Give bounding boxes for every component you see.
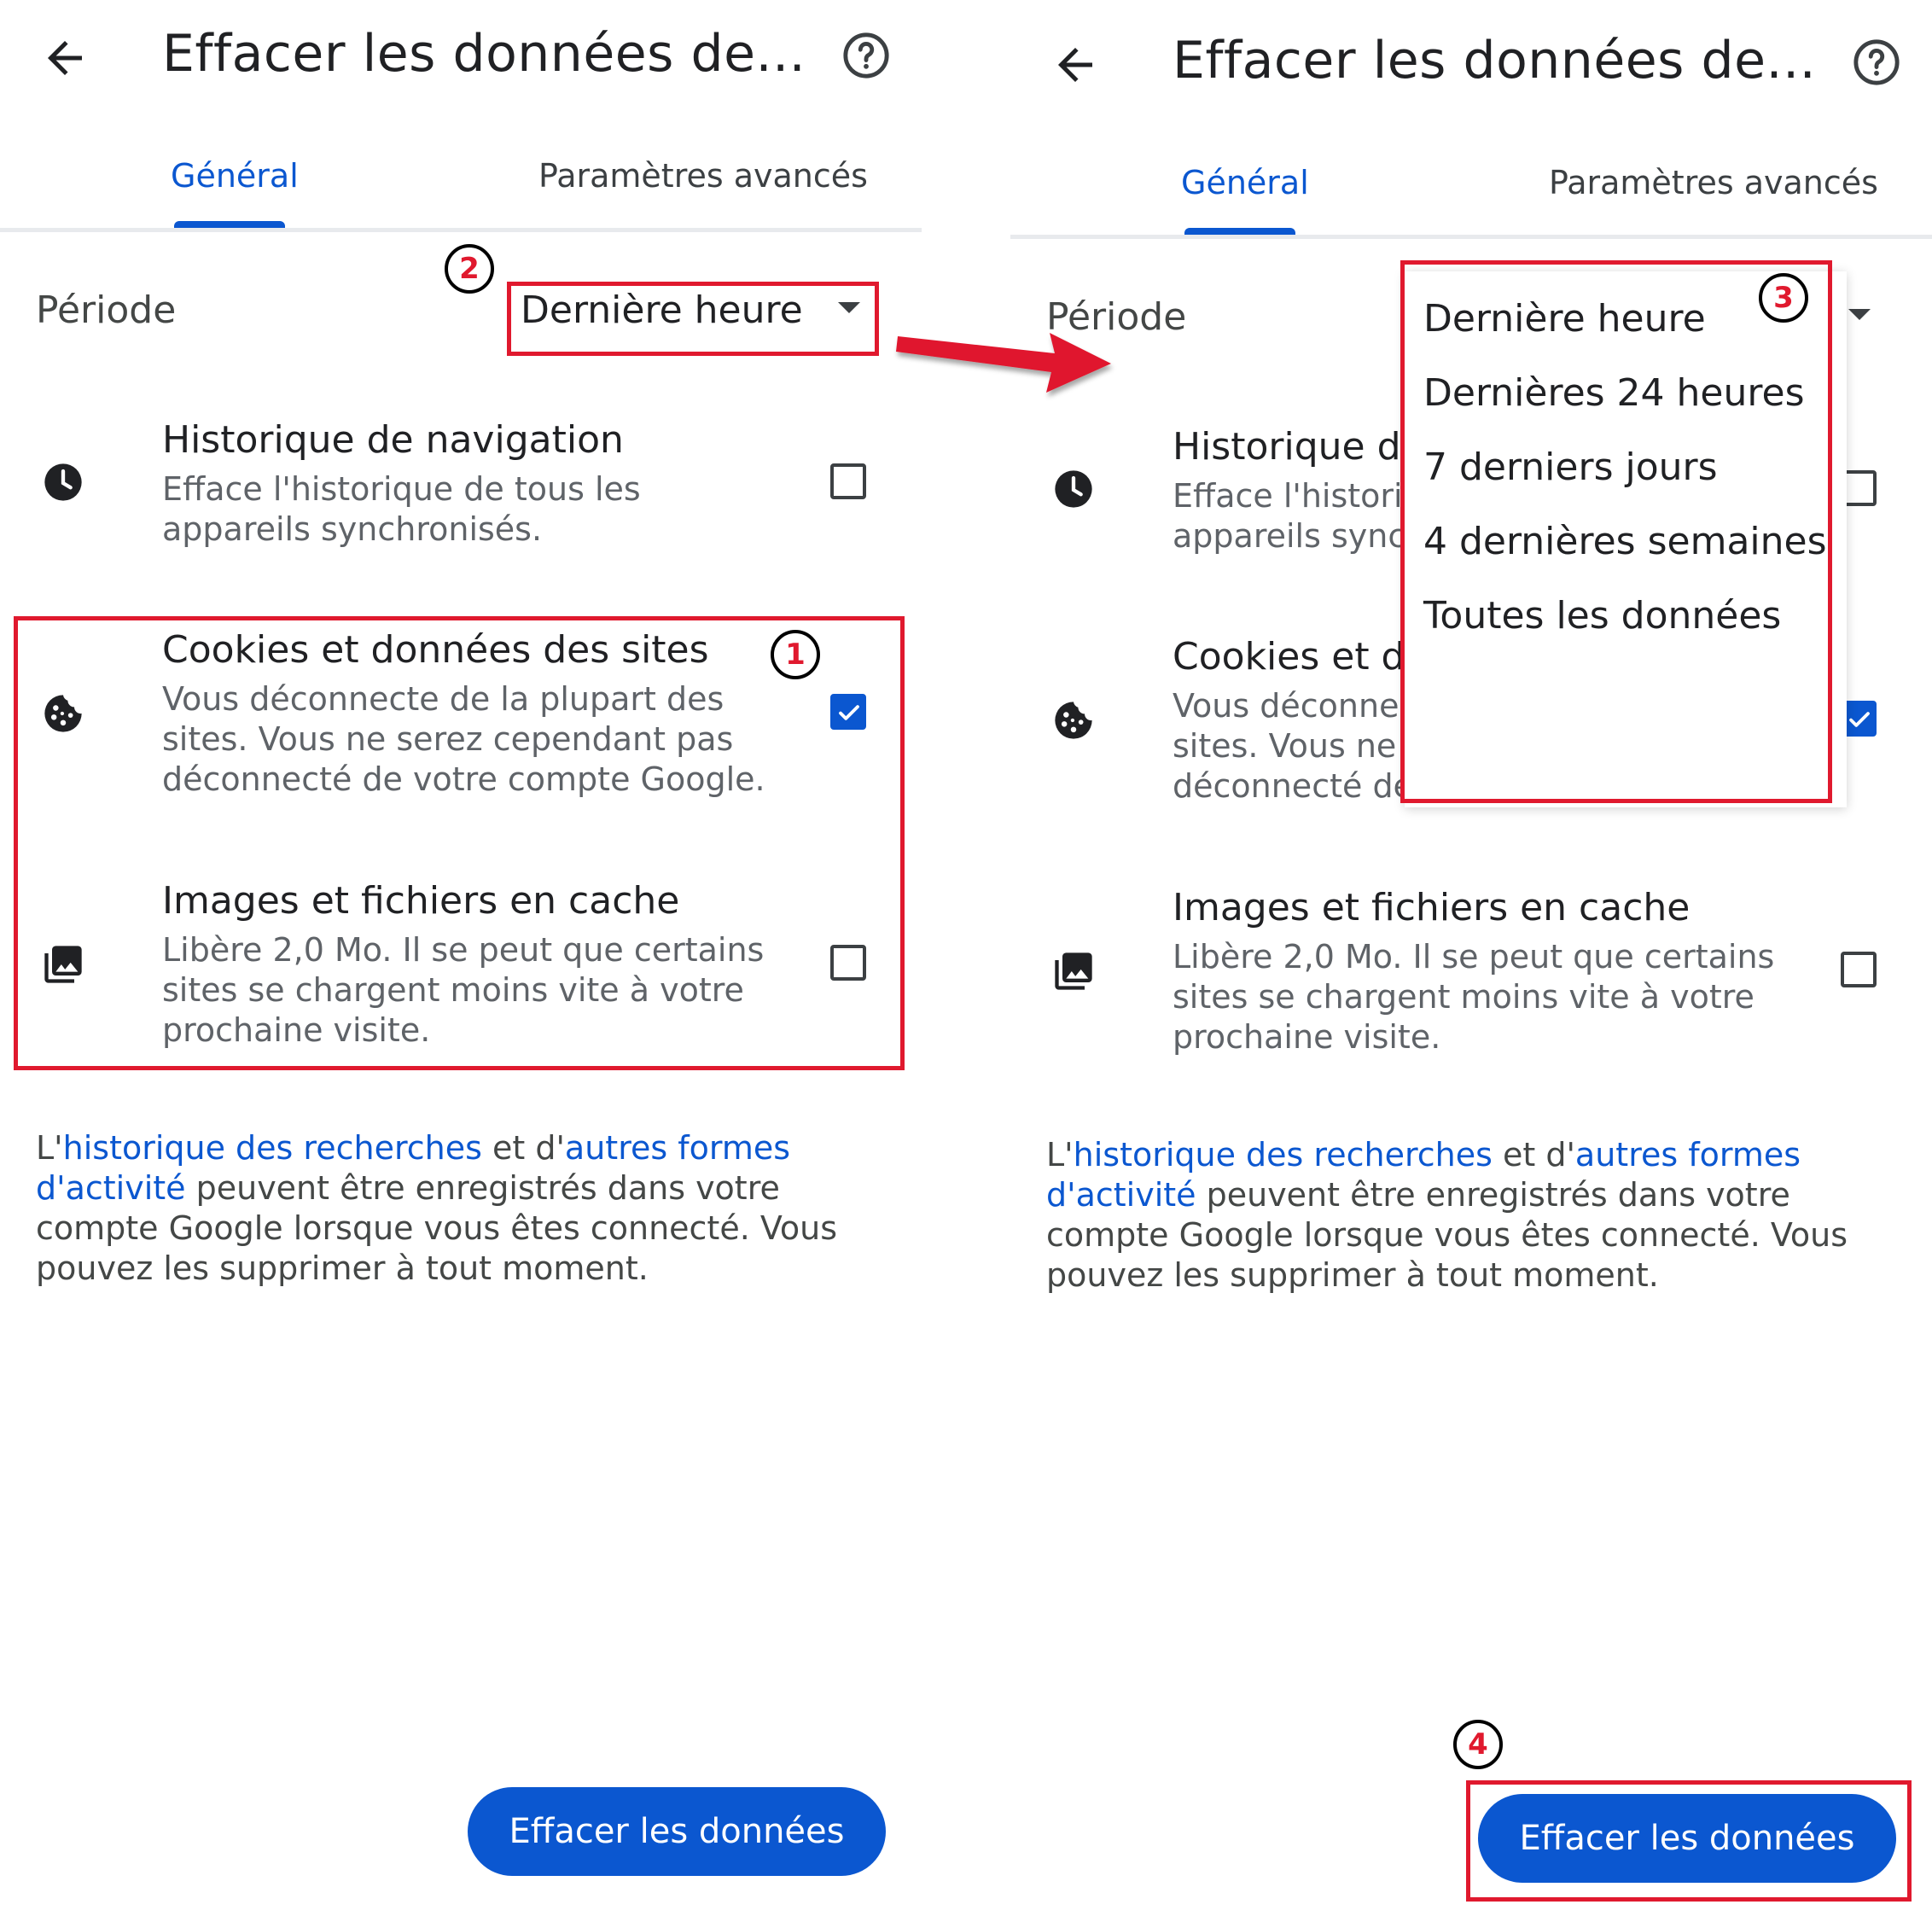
item-desc-cache: Libère 2,0 Mo. Il se peut que certains s…	[1173, 938, 1775, 1056]
tab-divider	[1010, 235, 1932, 239]
red-arrow-icon	[896, 333, 1111, 393]
highlight-box-1	[14, 616, 905, 1070]
checkbox-history[interactable]	[830, 463, 866, 499]
footer-text: L'historique des recherches et d'autres …	[1046, 1135, 1900, 1296]
item-desc-history: Efface l'historique de tous les appareil…	[162, 470, 641, 548]
checkbox-cache[interactable]	[1841, 952, 1877, 987]
tab-general[interactable]: Général	[1181, 164, 1309, 201]
link-search-history[interactable]: historique des recherches	[1074, 1136, 1493, 1174]
page-title: Effacer les données de...	[162, 24, 806, 84]
tab-general[interactable]: Général	[171, 157, 299, 195]
checkmark-icon	[1849, 712, 1870, 727]
clock-icon	[1055, 470, 1092, 508]
highlight-box-2	[507, 282, 879, 356]
back-arrow-icon[interactable]	[1050, 39, 1101, 90]
step-badge-1: 1	[771, 630, 820, 679]
clear-data-button[interactable]: Effacer les données	[468, 1787, 886, 1876]
highlight-box-4	[1466, 1780, 1912, 1902]
clock-icon	[44, 463, 82, 501]
footer-text: L'historique des recherches et d'autres …	[36, 1128, 889, 1289]
tab-advanced[interactable]: Paramètres avancés	[538, 157, 868, 195]
panel-gap	[922, 0, 1010, 1922]
tab-advanced[interactable]: Paramètres avancés	[1549, 164, 1878, 201]
image-icon	[1055, 952, 1092, 990]
page-title: Effacer les données de...	[1173, 31, 1817, 90]
active-tab-indicator	[174, 221, 285, 228]
step-badge-2: 2	[445, 244, 494, 294]
dropdown-caret-icon[interactable]	[1848, 309, 1871, 320]
footer-mid: et d'	[481, 1129, 565, 1167]
footer-pre: L'	[1046, 1136, 1074, 1174]
step-badge-3: 3	[1759, 273, 1808, 323]
tab-divider	[0, 228, 922, 232]
help-icon[interactable]	[1852, 38, 1901, 87]
item-title-cache: Images et fichiers en cache	[1173, 886, 1690, 929]
footer-mid: et d'	[1492, 1136, 1575, 1174]
period-label: Période	[36, 288, 177, 332]
cookie-icon	[1055, 702, 1092, 739]
link-search-history[interactable]: historique des recherches	[63, 1129, 482, 1167]
active-tab-indicator	[1184, 228, 1295, 235]
item-title-history: Historique de navigation	[162, 418, 624, 462]
back-arrow-icon[interactable]	[39, 32, 90, 84]
footer-pre: L'	[36, 1129, 63, 1167]
help-icon[interactable]	[841, 31, 891, 80]
step-badge-4: 4	[1453, 1720, 1503, 1769]
highlight-box-3	[1400, 260, 1832, 803]
